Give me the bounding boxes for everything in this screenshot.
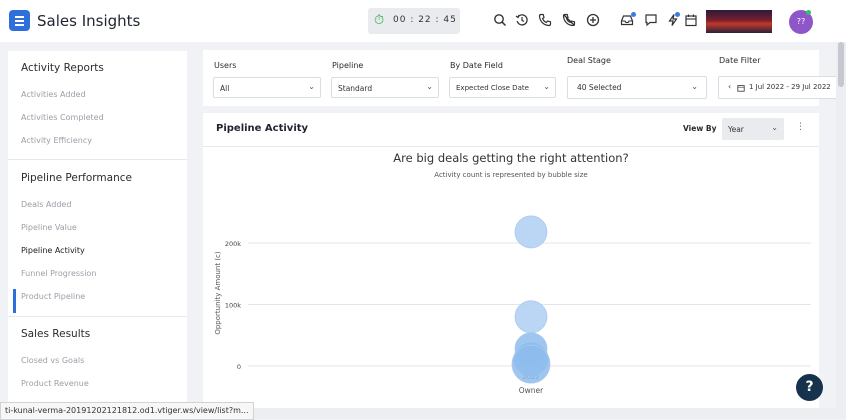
sidebar-section-sales-results: Sales Results (21, 328, 91, 340)
vertical-scrollbar[interactable] (836, 42, 846, 410)
chevron-down-icon: ⌄ (308, 82, 315, 91)
vertical-scrollbar-thumb[interactable] (838, 42, 844, 87)
date-range-picker[interactable]: ‹ 1 Jul 2022 - 29 Jul 2022 (718, 76, 843, 99)
search-icon[interactable] (493, 13, 507, 27)
pipeline-select[interactable]: Standard ⌄ (331, 77, 439, 98)
chevron-down-icon: ⌄ (543, 82, 550, 91)
sidebar-divider (8, 316, 187, 317)
y-tick-label: 200k (225, 240, 241, 248)
date-range-value: 1 Jul 2022 - 29 Jul 2022 (749, 83, 831, 91)
y-axis-label: Opportunity Amount (c) (214, 251, 222, 335)
bubble (514, 215, 548, 249)
call-timer[interactable]: ⏱ 00 : 22 : 45 (368, 8, 460, 34)
phone-icon[interactable] (538, 13, 552, 27)
chevron-down-icon: ⌄ (426, 82, 433, 91)
phone-off-icon[interactable] (562, 13, 576, 27)
app-title: Sales Insights (37, 12, 141, 30)
bubble-chart: 0100k200kOpportunity Amount (c)2022Owner (214, 215, 811, 395)
sidebar-item-activity-efficiency[interactable]: Activity Efficiency (21, 136, 92, 145)
sidebar-item-closed-vs-goals[interactable]: Closed vs Goals (21, 356, 84, 365)
filter-bar: Users All ⌄ Pipeline Standard ⌄ By Date … (203, 50, 843, 106)
chat-icon[interactable] (644, 13, 658, 27)
sidebar-item-activities-added[interactable]: Activities Added (21, 90, 86, 99)
deal-stage-select[interactable]: 40 Selected ⌄ (567, 76, 707, 99)
sidebar-section-pipeline-performance: Pipeline Performance (21, 172, 132, 184)
active-indicator (13, 289, 16, 313)
timer-display: 00 : 22 : 45 (393, 15, 457, 25)
sidebar-item-product-revenue[interactable]: Product Revenue (21, 379, 89, 388)
pipeline-filter-label: Pipeline (332, 61, 364, 70)
bubble (511, 344, 551, 384)
pipeline-activity-panel: Pipeline Activity View By Year ⌄ ⋮ Are b… (203, 113, 819, 413)
bubble (514, 300, 548, 334)
sidebar-item-funnel-progression[interactable]: Funnel Progression (21, 269, 96, 278)
sidebar-item-pipeline-activity[interactable]: Pipeline Activity (21, 246, 85, 255)
sidebar-item-deals-added[interactable]: Deals Added (21, 200, 71, 209)
notification-dot (675, 12, 680, 17)
date-field-filter-label: By Date Field (450, 61, 503, 70)
date-filter-label: Date Filter (719, 56, 761, 65)
menu-icon[interactable] (9, 10, 30, 31)
notification-dot (631, 12, 636, 17)
sidebar-section-activity-reports: Activity Reports (21, 62, 104, 74)
stopwatch-icon: ⏱ (374, 13, 385, 28)
sidebar-item-product-pipeline[interactable]: Product Pipeline (21, 292, 85, 301)
add-circle-icon[interactable] (586, 13, 600, 27)
status-bar-url: ti-kunal-verma-20191202121812.od1.vtiger… (0, 402, 254, 420)
sidebar-divider (8, 159, 187, 160)
online-status-dot (806, 10, 811, 15)
users-select-value: All (220, 84, 230, 93)
pipeline-select-value: Standard (338, 84, 373, 93)
date-field-select[interactable]: Expected Close Date ⌄ (449, 77, 556, 98)
users-select[interactable]: All ⌄ (213, 77, 321, 98)
company-banner-image[interactable] (706, 10, 772, 33)
sidebar-item-activities-completed[interactable]: Activities Completed (21, 113, 104, 122)
chevron-down-icon: ⌄ (691, 82, 698, 91)
help-button[interactable]: ? (796, 374, 823, 401)
users-filter-label: Users (214, 61, 237, 70)
sidebar-item-pipeline-value[interactable]: Pipeline Value (21, 223, 77, 232)
y-tick-label: 0 (237, 363, 241, 371)
date-field-select-value: Expected Close Date (456, 84, 529, 92)
calendar-icon (737, 85, 745, 92)
y-tick-label: 100k (225, 302, 241, 310)
sidebar: Activity Reports Activities Added Activi… (8, 51, 187, 406)
deal-stage-select-value: 40 Selected (577, 83, 622, 92)
history-icon[interactable] (515, 13, 529, 27)
top-bar: Sales Insights ⏱ 00 : 22 : 45 ?? (0, 0, 846, 42)
chevron-left-icon[interactable]: ‹ (728, 82, 731, 91)
deal-stage-filter-label: Deal Stage (567, 56, 611, 65)
x-axis-label: Owner (519, 386, 544, 395)
calendar-icon[interactable] (684, 13, 698, 27)
